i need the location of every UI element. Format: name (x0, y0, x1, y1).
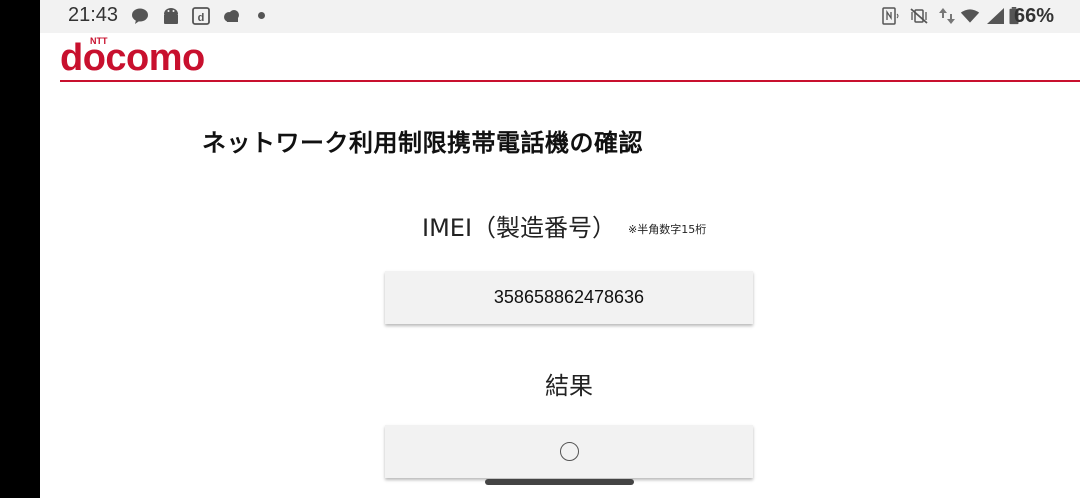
imei-value: 358658862478636 (493, 287, 645, 307)
imei-note: ※半角数字15桁 (628, 223, 707, 236)
header-divider (60, 80, 1080, 82)
nfc-icon (882, 7, 899, 25)
android-icon (164, 8, 178, 24)
status-time: 21:43 (68, 4, 119, 26)
battery-percentage: 66% (1013, 5, 1054, 27)
status-bar: 21:43 d 66% (40, 0, 1080, 33)
logo-superscript: NTT (90, 36, 108, 46)
docomo-d-icon: d (192, 7, 210, 25)
result-field: ○ (385, 425, 753, 478)
cloud-icon (224, 10, 239, 22)
imei-label: IMEI（製造番号） (422, 214, 617, 242)
left-edge (0, 0, 40, 498)
result-label: 結果 (545, 372, 593, 400)
result-circle-icon (559, 442, 579, 461)
home-indicator[interactable] (485, 479, 634, 485)
cell-signal-icon (987, 8, 1004, 24)
logo-text: docomo (60, 37, 205, 79)
svg-text:d: d (198, 12, 205, 24)
docomo-logo[interactable]: NTT docomo (60, 36, 205, 80)
notification-dot (258, 12, 265, 19)
data-arrows-icon (939, 8, 955, 24)
imei-field[interactable]: 358658862478636 (385, 271, 753, 324)
page-title: ネットワーク利用制限携帯電話機の確認 (202, 129, 643, 157)
wifi-icon (960, 9, 980, 23)
header: NTT docomo (40, 33, 1080, 82)
vibrate-mute-icon (910, 8, 928, 24)
chat-icon (132, 8, 148, 24)
